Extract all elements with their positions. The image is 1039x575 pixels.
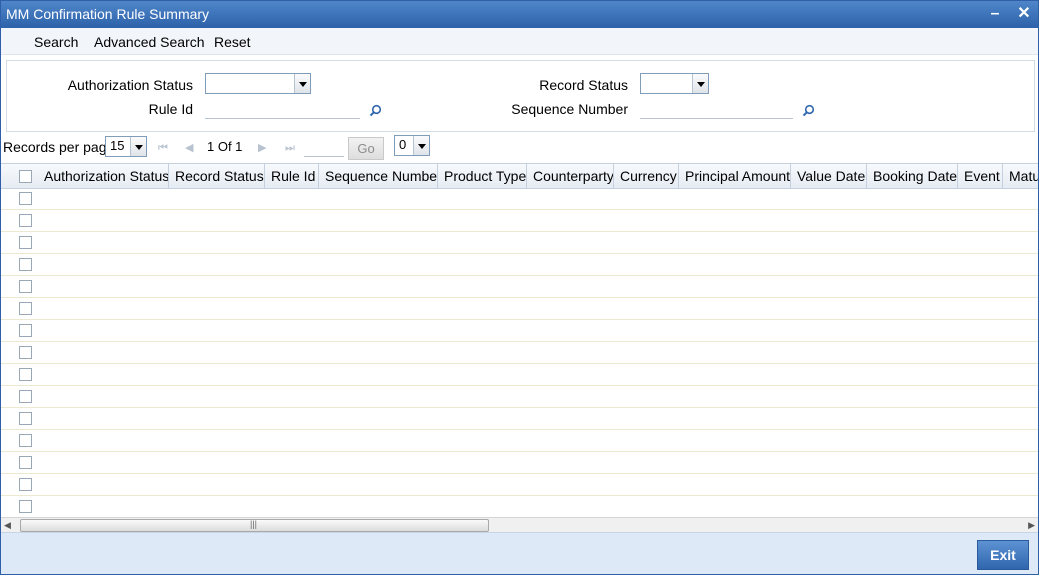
table-row[interactable] — [1, 473, 1038, 496]
column-header[interactable]: Sequence Number — [319, 164, 438, 188]
row-checkbox[interactable] — [19, 500, 32, 513]
column-header[interactable]: Record Status — [169, 164, 265, 188]
chevron-down-icon[interactable] — [413, 136, 429, 155]
results-grid: Authorization Status Record Status Rule Id… — [1, 163, 1038, 517]
row-checkbox[interactable] — [19, 456, 32, 469]
column-header[interactable]: Booking Date — [867, 164, 958, 188]
chevron-down-icon[interactable] — [294, 74, 310, 93]
column-header[interactable]: Event — [958, 164, 1003, 188]
table-row[interactable] — [1, 209, 1038, 232]
title-bar: MM Confirmation Rule Summary – ✕ — [1, 1, 1038, 28]
search-icon[interactable] — [369, 104, 382, 117]
scroll-right-icon[interactable]: ▶ — [1028, 520, 1035, 531]
advanced-search-button[interactable]: Advanced Search — [94, 34, 205, 50]
table-row[interactable] — [1, 253, 1038, 276]
table-row[interactable] — [1, 451, 1038, 474]
horizontal-scrollbar[interactable]: ◀ ||| ▶ — [1, 517, 1038, 532]
table-row[interactable] — [1, 495, 1038, 517]
page-indicator: 1 Of 1 — [207, 139, 243, 154]
records-per-page-select[interactable]: 15 — [105, 136, 147, 157]
row-checkbox[interactable] — [19, 478, 32, 491]
go-button[interactable]: Go — [348, 137, 384, 160]
table-row[interactable] — [1, 319, 1038, 342]
summary-window: MM Confirmation Rule Summary – ✕ Search … — [0, 0, 1039, 575]
chevron-down-icon[interactable] — [692, 74, 708, 93]
previous-page-icon[interactable]: ◀ — [185, 142, 197, 154]
row-checkbox[interactable] — [19, 324, 32, 337]
select-all-checkbox[interactable] — [19, 170, 32, 183]
row-checkbox[interactable] — [19, 434, 32, 447]
row-checkbox[interactable] — [19, 368, 32, 381]
table-row[interactable] — [1, 275, 1038, 298]
table-row[interactable] — [1, 187, 1038, 210]
window-title: MM Confirmation Rule Summary — [6, 6, 210, 22]
table-row[interactable] — [1, 231, 1038, 254]
column-header[interactable]: Value Date — [791, 164, 867, 188]
authorization-status-label: Authorization Status — [67, 77, 193, 93]
last-page-icon[interactable]: ⏭ — [285, 142, 297, 154]
toolbar: Search Advanced Search Reset — [1, 28, 1038, 55]
column-header[interactable]: Principal Amount — [679, 164, 791, 188]
row-checkbox[interactable] — [19, 346, 32, 359]
column-header[interactable]: Maturity — [1003, 164, 1038, 188]
grid-header: Authorization Status Record Status Rule Id… — [1, 163, 1038, 189]
row-checkbox[interactable] — [19, 390, 32, 403]
sequence-number-input[interactable] — [640, 100, 793, 119]
reset-button[interactable]: Reset — [214, 34, 251, 50]
scrollbar-thumb[interactable]: ||| — [20, 519, 489, 532]
row-checkbox[interactable] — [19, 280, 32, 293]
rule-id-label: Rule Id — [148, 101, 193, 117]
close-icon[interactable]: ✕ — [1014, 4, 1034, 24]
pagination-bar: Records per page 15 ⏮ ◀ 1 Of 1 ▶ ⏭ Go 0 — [1, 133, 1038, 161]
row-checkbox[interactable] — [19, 236, 32, 249]
authorization-status-select[interactable] — [205, 73, 311, 94]
rule-id-input[interactable] — [205, 100, 360, 119]
row-checkbox[interactable] — [19, 412, 32, 425]
table-row[interactable] — [1, 407, 1038, 430]
exit-button[interactable]: Exit — [977, 540, 1029, 570]
table-row[interactable] — [1, 297, 1038, 320]
table-row[interactable] — [1, 363, 1038, 386]
scroll-left-icon[interactable]: ◀ — [4, 520, 11, 531]
option-select[interactable]: 0 — [394, 135, 430, 156]
record-status-label: Record Status — [539, 77, 628, 93]
grip-icon: ||| — [250, 519, 258, 529]
row-checkbox[interactable] — [19, 192, 32, 205]
table-row[interactable] — [1, 341, 1038, 364]
first-page-icon[interactable]: ⏮ — [158, 142, 170, 154]
chevron-down-icon[interactable] — [130, 137, 146, 156]
search-button[interactable]: Search — [34, 34, 78, 50]
search-criteria-panel: Authorization Status Record Status Rule … — [6, 60, 1035, 132]
goto-page-input[interactable] — [304, 139, 344, 157]
table-row[interactable] — [1, 429, 1038, 452]
column-header[interactable]: Currency — [614, 164, 679, 188]
row-checkbox[interactable] — [19, 214, 32, 227]
record-status-select[interactable] — [640, 73, 709, 94]
sequence-number-label: Sequence Number — [511, 101, 628, 117]
records-per-page-label: Records per page — [3, 139, 115, 155]
minimize-icon[interactable]: – — [985, 4, 1005, 24]
column-header[interactable]: Authorization Status — [38, 164, 169, 188]
row-checkbox[interactable] — [19, 258, 32, 271]
column-header[interactable]: Rule Id — [265, 164, 319, 188]
table-row[interactable] — [1, 385, 1038, 408]
next-page-icon[interactable]: ▶ — [258, 142, 270, 154]
footer-bar: Exit — [1, 532, 1038, 574]
search-icon[interactable] — [802, 104, 815, 117]
column-header[interactable]: Product Type — [438, 164, 527, 188]
row-checkbox[interactable] — [19, 302, 32, 315]
column-header[interactable]: Counterparty — [527, 164, 614, 188]
